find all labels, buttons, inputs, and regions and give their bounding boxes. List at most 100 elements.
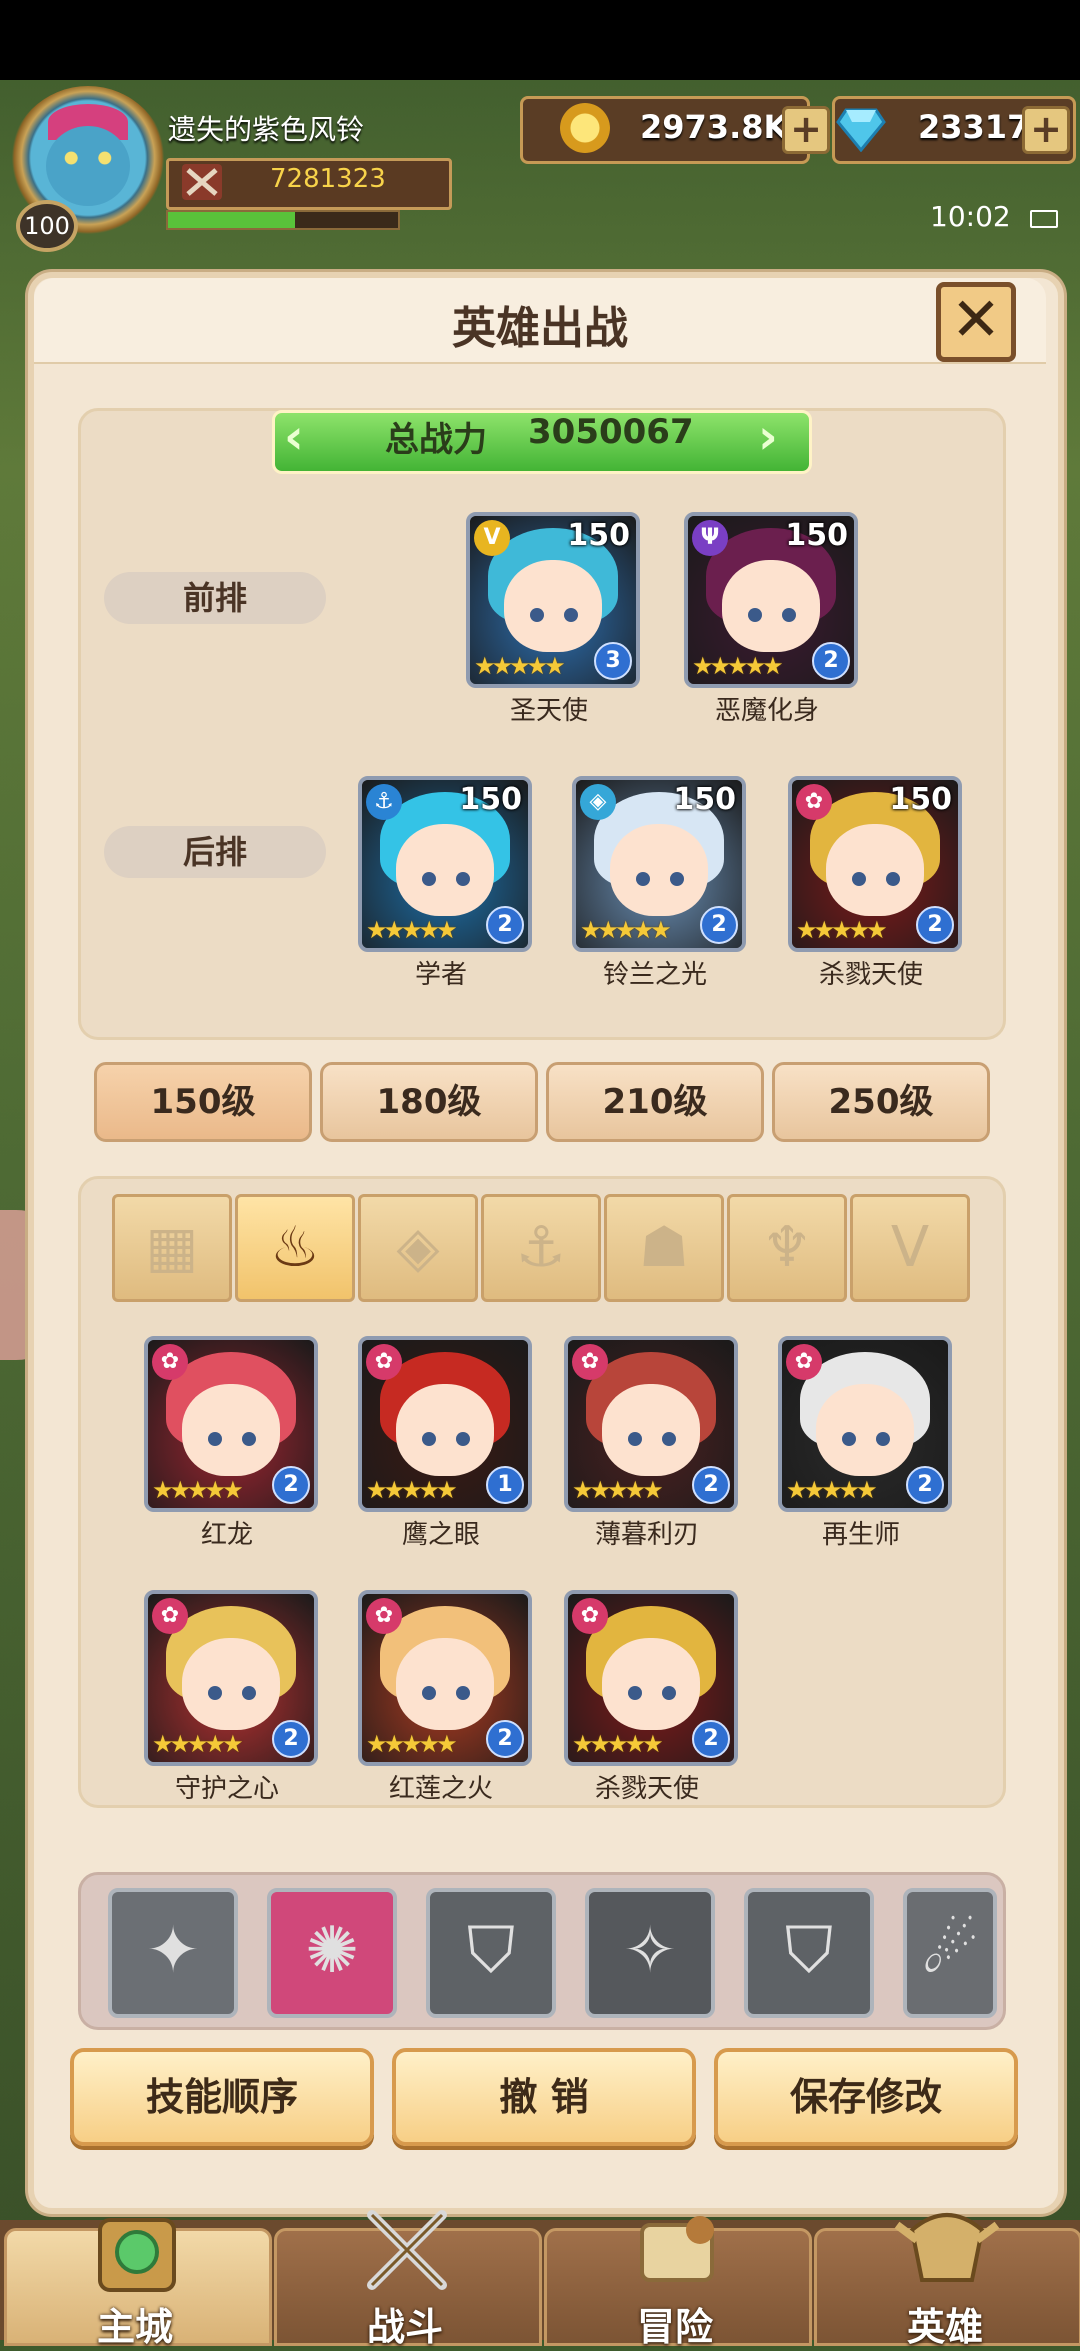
hero-eye [670,872,684,886]
filter-flame-icon[interactable]: ♨ [235,1194,355,1302]
chevron-left-icon: ‹ [284,409,304,465]
front-row-label: 前排 [104,572,326,624]
hero-card[interactable]: ✿ ★★★★★ 2 [564,1590,738,1766]
faction-flame-icon: ✿ [152,1598,188,1634]
filter-demon-icon[interactable]: ♆ [727,1194,847,1302]
hero-face [602,1638,700,1730]
hero-face [396,1638,494,1730]
hero-card[interactable]: ✿ 150 ★★★★★ 2 [788,776,962,952]
nav-label-heroes: 英雄 [906,2305,983,2349]
hero-eye [662,1432,676,1446]
faction-icon: Ψ [692,520,728,556]
hero-level: 150 [889,782,952,817]
gold-coin-icon [560,103,610,153]
status-bar [0,0,1080,80]
crossed-swords-icon [180,162,224,202]
filter-grid-icon[interactable]: ▦ [112,1194,232,1302]
skill-order-button[interactable]: 技能顺序 [70,2048,374,2146]
hero-rank-badge: 2 [906,1466,944,1504]
hero-stars: ★★★★★ [796,916,888,944]
filter-beast-icon[interactable]: ☗ [604,1194,724,1302]
hero-face [182,1384,280,1476]
hero-face [182,1638,280,1730]
hero-name: 再生师 [821,1520,900,1550]
burst-skill-icon[interactable]: ✺ [267,1888,397,2018]
filter-wing-icon[interactable]: V [850,1194,970,1302]
player-level-badge: 100 [16,200,78,252]
wing-skill-icon[interactable]: ✦ [108,1888,238,2018]
hero-face [722,560,820,652]
close-button[interactable]: ✕ [936,282,1016,362]
hero-eye [422,872,436,886]
hero-card[interactable]: ✿ ★★★★★ 2 [358,1590,532,1766]
hero-name: 鹰之眼 [401,1520,480,1550]
hero-card[interactable]: ✿ ★★★★★ 1 [358,1336,532,1512]
hero-eye [636,872,650,886]
skill-glyph: ⛉ [785,1914,833,1988]
strike-skill-icon[interactable]: ✧ [585,1888,715,2018]
claw-skill-icon[interactable]: ☄ [903,1888,997,2018]
add-gold-button[interactable]: + [782,106,830,154]
filter-anchor-icon[interactable]: ⚓ [481,1194,601,1302]
hero-eye [208,1432,222,1446]
hero-face [816,1384,914,1476]
hero-name: 红莲之火 [388,1774,493,1804]
map-scroll-icon [622,2200,732,2300]
level-tab-250[interactable]: 250级 [772,1062,990,1142]
hero-card[interactable]: Ψ 150 ★★★★★ 2 [684,512,858,688]
nav-label-main-city: 主城 [96,2305,173,2349]
hero-name: 杀戮天使 [594,1774,699,1804]
faction-flame-icon: ✿ [366,1598,402,1634]
hero-eye [456,872,470,886]
hero-card[interactable]: ✿ ★★★★★ 2 [144,1336,318,1512]
hero-card[interactable]: ⚓ 150 ★★★★★ 2 [358,776,532,952]
hero-eye [628,1686,642,1700]
hero-card[interactable]: ✿ ★★★★★ 2 [564,1336,738,1512]
shield-skill-icon[interactable]: ⛉ [426,1888,556,2018]
skill-glyph: ✦ [146,1914,200,1988]
hero-eye [748,608,762,622]
undo-button[interactable]: 撤 销 [392,2048,696,2146]
battery-icon [1030,210,1058,228]
skill-glyph: ☄ [921,1914,979,1988]
hero-rank-badge: 2 [486,1720,524,1758]
hero-eye [842,1432,856,1446]
hero-rank-badge: 2 [692,1720,730,1758]
hero-stars: ★★★★★ [474,652,566,680]
add-gems-button[interactable]: + [1022,106,1070,154]
hero-level: 150 [459,782,522,817]
hero-name: 圣天使 [509,696,588,726]
faction-icon: ⚓ [366,784,402,820]
hero-card[interactable]: ✿ ★★★★★ 2 [778,1336,952,1512]
hero-stars: ★★★★★ [366,916,458,944]
faction-flame-icon: ✿ [786,1344,822,1380]
hero-eye [242,1686,256,1700]
hero-name: 杀戮天使 [818,960,923,990]
shield-skill-icon[interactable]: ⛉ [744,1888,874,2018]
faction-flame-icon: ✿ [152,1344,188,1380]
back-row-label: 后排 [104,826,326,878]
hero-rank-badge: 2 [272,1466,310,1504]
hero-eye [876,1432,890,1446]
diamond-icon [836,106,886,153]
hero-eye [530,608,544,622]
level-tab-150[interactable]: 150级 [94,1062,312,1142]
hero-face [826,824,924,916]
level-tab-180[interactable]: 180级 [320,1062,538,1142]
hero-rank-badge: 2 [700,906,738,944]
hero-card[interactable]: ◈ 150 ★★★★★ 2 [572,776,746,952]
hero-card[interactable]: ✿ ★★★★★ 2 [144,1590,318,1766]
filter-crystal-icon[interactable]: ◈ [358,1194,478,1302]
hero-level: 150 [567,518,630,553]
faction-flame-icon: ✿ [366,1344,402,1380]
faction-icon: ◈ [580,784,616,820]
hero-eye [422,1432,436,1446]
hero-card[interactable]: V 150 ★★★★★ 3 [466,512,640,688]
hero-face [602,1384,700,1476]
save-changes-button[interactable]: 保存修改 [714,2048,1018,2146]
faction-flame-icon: ✿ [572,1598,608,1634]
level-tab-210[interactable]: 210级 [546,1062,764,1142]
hero-face [396,1384,494,1476]
clock: 10:02 [930,200,1011,233]
hero-eye [456,1432,470,1446]
